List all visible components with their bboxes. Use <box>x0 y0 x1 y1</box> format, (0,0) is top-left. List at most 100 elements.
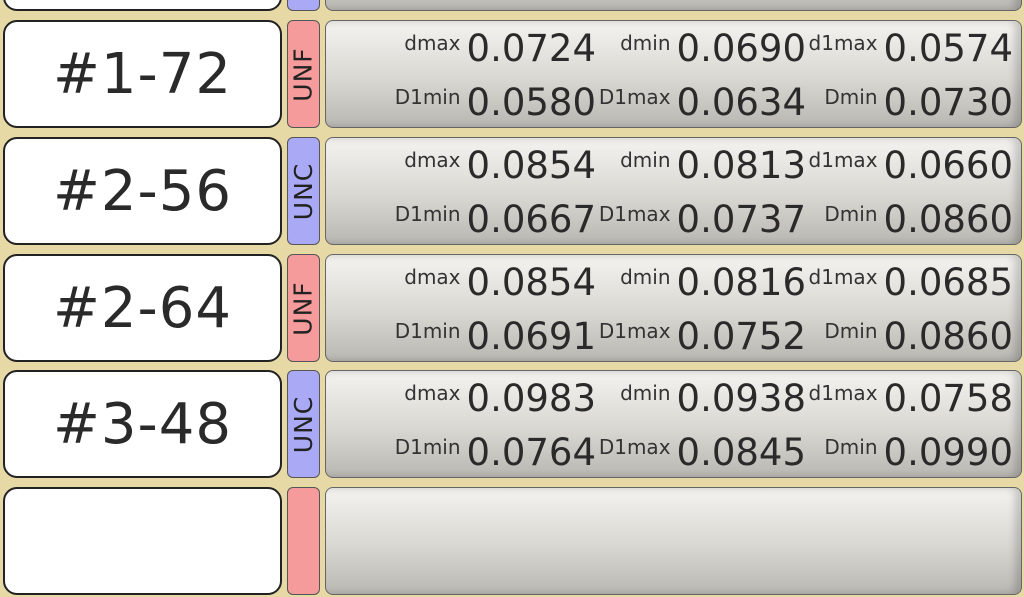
d1max-label: d1max <box>808 265 878 289</box>
D1min-label: D1min <box>394 85 461 109</box>
D1max-cell: D1max 0.0752 <box>599 315 806 358</box>
Dmin-value: 0.0730 <box>883 81 1013 124</box>
dmin-value: 0.0690 <box>676 27 806 70</box>
D1max-cell: D1max 0.0737 <box>599 198 806 241</box>
D1max-value: 0.0752 <box>676 315 806 358</box>
dmin-label: dmin <box>620 148 671 172</box>
D1min-value: 0.0764 <box>466 431 596 474</box>
thread-name: #2-64 <box>3 254 282 362</box>
dmin-cell: dmin 0.0690 <box>620 27 806 70</box>
dmax-value: 0.0854 <box>466 261 596 304</box>
Dmin-cell: Dmin 0.0990 <box>824 431 1013 474</box>
list-item[interactable]: #2-64 UNF dmax 0.0854 dmin 0.0816 d1max 0.0… <box>0 253 1024 364</box>
D1min-value: 0.0691 <box>466 315 596 358</box>
list-item-partial-bottom[interactable] <box>0 486 1024 597</box>
D1max-cell: D1max 0.0634 <box>599 81 806 124</box>
D1max-cell: D1max 0.0845 <box>599 431 806 474</box>
thread-data-box: dmax 0.0983 dmin 0.0938 d1max 0.0758 D1min 0… <box>325 370 1022 478</box>
dmin-label: dmin <box>620 31 671 55</box>
d1max-cell: d1max 0.0758 <box>809 377 1013 420</box>
dmin-value: 0.0813 <box>676 144 806 187</box>
dmax-cell: dmax 0.0724 <box>404 27 596 70</box>
dmin-value: 0.0938 <box>676 377 806 420</box>
Dmin-cell: Dmin 0.0860 <box>824 315 1013 358</box>
d1max-label: d1max <box>808 31 878 55</box>
d1max-value: 0.0685 <box>883 261 1013 304</box>
dmin-value: 0.0816 <box>676 261 806 304</box>
D1max-label: D1max <box>598 435 671 459</box>
thread-name-box <box>3 487 282 595</box>
D1max-label: D1max <box>598 202 671 226</box>
D1min-value: 0.0580 <box>466 81 596 124</box>
thread-type-label: UNC <box>289 395 318 453</box>
dmax-cell: dmax 0.0854 <box>404 144 596 187</box>
D1min-value: 0.0667 <box>466 198 596 241</box>
thread-data-box: dmax 0.0724 dmin 0.0690 d1max 0.0574 D1min 0… <box>325 20 1022 128</box>
list-item-partial-top[interactable] <box>0 0 1024 13</box>
list-item[interactable]: #3-48 UNC dmax 0.0983 dmin 0.0938 d1max 0.0… <box>0 369 1024 480</box>
dmin-cell: dmin 0.0813 <box>620 144 806 187</box>
Dmin-cell: Dmin 0.0860 <box>824 198 1013 241</box>
Dmin-label: Dmin <box>824 85 878 109</box>
d1max-cell: d1max 0.0660 <box>809 144 1013 187</box>
Dmin-value: 0.0860 <box>883 315 1013 358</box>
thread-type-tag <box>287 487 320 595</box>
Dmin-cell: Dmin 0.0730 <box>824 81 1013 124</box>
thread-name: #3-48 <box>3 370 282 478</box>
thread-data-box <box>325 487 1022 595</box>
dmax-cell: dmax 0.0983 <box>404 377 596 420</box>
thread-type-tag <box>287 0 320 11</box>
thread-data-box: dmax 0.0854 dmin 0.0816 d1max 0.0685 D1min 0… <box>325 254 1022 362</box>
D1min-cell: D1min 0.0580 <box>395 81 596 124</box>
thread-type-tag: UNF <box>287 254 320 362</box>
D1max-value: 0.0845 <box>676 431 806 474</box>
dmin-cell: dmin 0.0938 <box>620 377 806 420</box>
thread-name: #1-72 <box>3 20 282 128</box>
dmax-value: 0.0854 <box>466 144 596 187</box>
D1min-label: D1min <box>394 319 461 343</box>
dmin-cell: dmin 0.0816 <box>620 261 806 304</box>
d1max-label: d1max <box>808 148 878 172</box>
Dmin-label: Dmin <box>824 202 878 226</box>
dmax-label: dmax <box>404 381 461 405</box>
D1max-value: 0.0737 <box>676 198 806 241</box>
thread-type-label: UNF <box>289 46 319 102</box>
thread-name-box <box>3 0 282 11</box>
thread-type-label: UNF <box>289 280 319 336</box>
d1max-cell: d1max 0.0574 <box>809 27 1013 70</box>
Dmin-value: 0.0860 <box>883 198 1013 241</box>
dmax-value: 0.0724 <box>466 27 596 70</box>
thread-size-list[interactable]: #1-72 UNF dmax 0.0724 dmin 0.0690 d1max 0.0… <box>0 0 1024 595</box>
thread-name: #2-56 <box>3 137 282 245</box>
thread-type-tag: UNC <box>287 137 320 245</box>
list-item[interactable]: #2-56 UNC dmax 0.0854 dmin 0.0813 d1max 0.0… <box>0 136 1024 247</box>
D1min-cell: D1min 0.0764 <box>395 431 596 474</box>
d1max-cell: d1max 0.0685 <box>809 261 1013 304</box>
dmin-label: dmin <box>620 381 671 405</box>
thread-type-label: UNC <box>289 162 318 220</box>
d1max-value: 0.0660 <box>883 144 1013 187</box>
D1min-cell: D1min 0.0667 <box>395 198 596 241</box>
Dmin-label: Dmin <box>824 435 878 459</box>
thread-type-tag: UNC <box>287 370 320 478</box>
thread-type-tag: UNF <box>287 20 320 128</box>
dmax-cell: dmax 0.0854 <box>404 261 596 304</box>
Dmin-value: 0.0990 <box>883 431 1013 474</box>
list-item[interactable]: #1-72 UNF dmax 0.0724 dmin 0.0690 d1max 0.0… <box>0 19 1024 130</box>
dmin-label: dmin <box>620 265 671 289</box>
d1max-value: 0.0574 <box>883 27 1013 70</box>
thread-data-box <box>325 0 1022 11</box>
dmax-label: dmax <box>404 31 461 55</box>
D1min-cell: D1min 0.0691 <box>395 315 596 358</box>
D1max-label: D1max <box>598 319 671 343</box>
d1max-label: d1max <box>808 381 878 405</box>
D1max-value: 0.0634 <box>676 81 806 124</box>
D1min-label: D1min <box>394 435 461 459</box>
thread-data-box: dmax 0.0854 dmin 0.0813 d1max 0.0660 D1min 0… <box>325 137 1022 245</box>
dmax-value: 0.0983 <box>466 377 596 420</box>
D1max-label: D1max <box>598 85 671 109</box>
dmax-label: dmax <box>404 148 461 172</box>
D1min-label: D1min <box>394 202 461 226</box>
d1max-value: 0.0758 <box>883 377 1013 420</box>
dmax-label: dmax <box>404 265 461 289</box>
